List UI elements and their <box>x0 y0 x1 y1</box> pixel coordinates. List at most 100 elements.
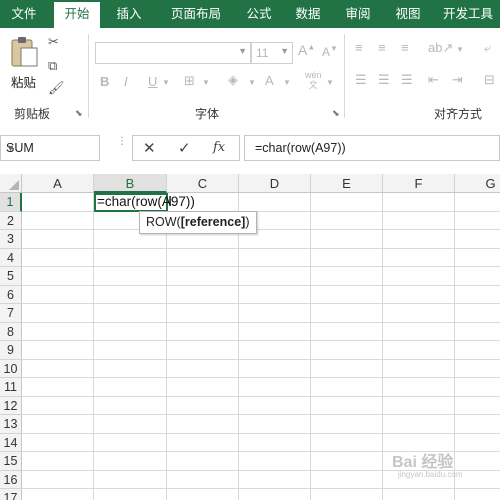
row-header-2[interactable]: 2 <box>0 211 22 230</box>
increase-indent-icon[interactable]: ⇥ <box>452 72 463 88</box>
format-painter-icon[interactable]: 🖌 <box>48 80 65 96</box>
formula-bar: SUM ▼ ⋮ ✕ ✓ fx =char(row(A97)) <box>0 124 500 174</box>
close-icon[interactable]: ✕ <box>143 139 156 157</box>
ribbon-tab-bar: 文件 开始 插入 页面布局 公式 数据 审阅 视图 开发工具 <box>0 0 500 29</box>
row-header-3[interactable]: 3 <box>0 230 22 249</box>
select-all-icon <box>9 180 19 190</box>
watermark: Bai 经验 <box>392 454 454 471</box>
row-header-8[interactable]: 8 <box>0 322 22 341</box>
font-color-icon[interactable]: A <box>265 73 274 88</box>
fill-dropdown-icon[interactable]: ▼ <box>248 78 256 87</box>
row-header-11[interactable]: 11 <box>0 378 22 397</box>
fill-color-icon[interactable]: ◈ <box>228 72 238 88</box>
group-divider <box>344 34 345 118</box>
tab-file[interactable]: 文件 <box>0 0 48 28</box>
increase-font-icon[interactable]: A▲ <box>298 42 315 58</box>
function-tooltip: ROW([reference]) <box>139 211 257 234</box>
column-gridline <box>238 193 239 500</box>
borders-dropdown-icon[interactable]: ▼ <box>202 78 210 87</box>
tab-developer[interactable]: 开发工具 <box>436 0 500 28</box>
tooltip-argument[interactable]: [reference] <box>181 215 246 229</box>
row-header-6[interactable]: 6 <box>0 285 22 304</box>
column-header-b[interactable]: B <box>94 174 167 193</box>
font-name-combo[interactable]: ▼ <box>95 42 251 64</box>
cell-edit-text: =char(row(A97)) <box>97 194 195 209</box>
clipboard-group-label: 剪贴板 <box>14 107 51 121</box>
font-size-value: 11 <box>256 46 269 60</box>
column-header-c[interactable]: C <box>167 174 239 193</box>
watermark-url: jingyan.baidu.com <box>398 470 463 479</box>
align-middle-icon[interactable]: ≡ <box>378 40 386 55</box>
underline-icon[interactable]: U <box>148 74 157 89</box>
row-header-12[interactable]: 12 <box>0 396 22 415</box>
check-icon[interactable]: ✓ <box>178 139 191 157</box>
decrease-font-icon[interactable]: A▼ <box>322 44 338 59</box>
tab-view[interactable]: 视图 <box>384 0 432 28</box>
text-cursor-icon: I <box>168 193 173 210</box>
tab-formulas[interactable]: 公式 <box>236 0 282 28</box>
clipboard-launcher-icon[interactable]: ⬊ <box>75 108 83 119</box>
clipboard-icon <box>11 37 38 67</box>
tab-insert[interactable]: 插入 <box>104 0 154 28</box>
row-header-4[interactable]: 4 <box>0 248 22 267</box>
font-launcher-icon[interactable]: ⬊ <box>332 108 340 119</box>
row-header-15[interactable]: 15 <box>0 452 22 471</box>
phonetic-guide-icon[interactable]: wén 文 <box>305 70 322 90</box>
paste-label: 粘贴 <box>11 76 37 90</box>
merge-center-icon[interactable]: ⊟ <box>484 72 495 88</box>
column-gridline <box>166 193 167 500</box>
copy-icon[interactable]: ⧉ <box>48 58 57 74</box>
row-header-1[interactable]: 1 <box>0 193 22 212</box>
orientation-icon[interactable]: ab↗ <box>428 40 453 56</box>
paste-button[interactable]: 粘贴 <box>6 36 42 90</box>
tab-review[interactable]: 审阅 <box>334 0 382 28</box>
column-header-e[interactable]: E <box>311 174 383 193</box>
align-top-icon[interactable]: ≡ <box>355 40 363 55</box>
chevron-down-icon: ▼ <box>238 46 247 56</box>
formula-input[interactable]: =char(row(A97)) <box>244 135 500 161</box>
row-header-7[interactable]: 7 <box>0 304 22 323</box>
chevron-down-icon: ▼ <box>6 143 15 153</box>
italic-icon[interactable]: I <box>124 74 128 89</box>
align-center-icon[interactable]: ☰ <box>378 72 390 88</box>
orientation-dropdown-icon[interactable]: ▼ <box>456 45 464 54</box>
name-box[interactable]: SUM ▼ <box>0 135 100 161</box>
row-header-17[interactable]: 17 <box>0 489 22 500</box>
font-size-combo[interactable]: 11 ▼ <box>251 42 293 64</box>
font-group-label: 字体 <box>195 107 220 121</box>
align-right-icon[interactable]: ☰ <box>401 72 413 88</box>
underline-dropdown-icon[interactable]: ▼ <box>162 78 170 87</box>
align-bottom-icon[interactable]: ≡ <box>401 40 409 55</box>
borders-icon[interactable]: ⊞ <box>184 73 195 89</box>
phonetic-dropdown-icon[interactable]: ▼ <box>326 78 334 87</box>
tab-page-layout[interactable]: 页面布局 <box>160 0 232 28</box>
alignment-group-label: 对齐方式 <box>434 107 483 121</box>
chevron-down-icon: ▼ <box>280 46 289 56</box>
column-header-f[interactable]: F <box>383 174 455 193</box>
tooltip-close-paren: ) <box>245 215 250 229</box>
tooltip-function: ROW( <box>146 215 181 229</box>
column-gridline <box>454 193 455 500</box>
ribbon: 粘贴 ✂ ⧉ 🖌 剪贴板 ⬊ ▼ 11 ▼ A▲ A▼ B I U ▼ ⊞ ▼ … <box>0 28 500 125</box>
tab-home[interactable]: 开始 <box>54 2 100 29</box>
row-header-10[interactable]: 10 <box>0 359 22 378</box>
decrease-indent-icon[interactable]: ⇤ <box>428 72 439 88</box>
column-header-a[interactable]: A <box>22 174 94 193</box>
insert-function-button[interactable]: fx <box>213 140 225 155</box>
formula-text: =char(row(A97)) <box>255 141 346 155</box>
row-header-14[interactable]: 14 <box>0 433 22 452</box>
bold-icon[interactable]: B <box>100 74 109 89</box>
font-color-dropdown-icon[interactable]: ▼ <box>283 78 291 87</box>
tab-data[interactable]: 数据 <box>284 0 332 28</box>
align-left-icon[interactable]: ☰ <box>355 72 367 88</box>
row-header-13[interactable]: 13 <box>0 415 22 434</box>
cut-icon[interactable]: ✂ <box>48 34 59 50</box>
column-header-g[interactable]: G <box>455 174 500 193</box>
row-header-5[interactable]: 5 <box>0 267 22 286</box>
row-header-9[interactable]: 9 <box>0 341 22 360</box>
row-header-16[interactable]: 16 <box>0 470 22 489</box>
wrap-text-icon[interactable]: ⤶ <box>484 40 491 56</box>
select-all-button[interactable] <box>0 174 22 193</box>
column-header-d[interactable]: D <box>239 174 311 193</box>
formula-bar-grip-icon[interactable]: ⋮ <box>117 137 127 147</box>
